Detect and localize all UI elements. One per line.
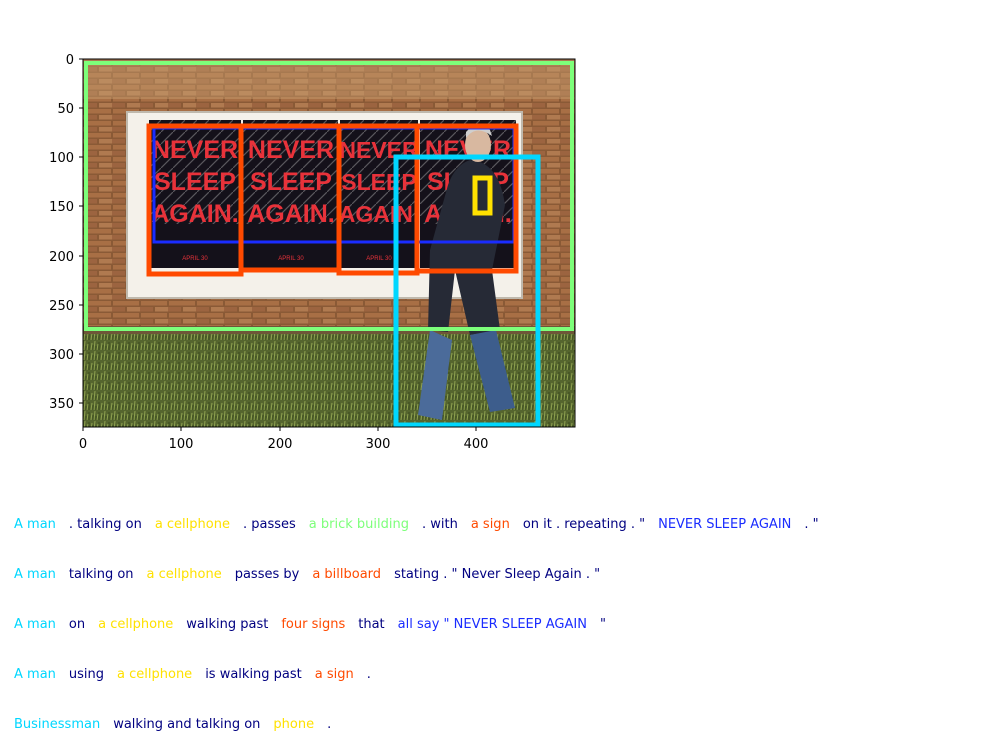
caption-text: . "	[804, 517, 819, 532]
caption-text: walking past	[186, 617, 269, 632]
caption-text: using	[68, 667, 105, 682]
y-tick-label: 250	[49, 299, 74, 314]
caption-line: A man using a cellphone is walking past a si…	[14, 667, 384, 683]
poster-line-3: AGAIN.	[339, 201, 420, 227]
poster-date: APRIL 30	[182, 256, 208, 262]
caption-text: talking on	[68, 567, 134, 582]
caption-text: is walking past	[205, 667, 302, 682]
poster-line-2: SLEEP	[154, 168, 236, 196]
y-tick-label: 0	[66, 53, 74, 68]
caption-phrase-phone: a cellphone	[117, 667, 193, 682]
y-tick-label: 350	[49, 397, 74, 412]
x-tick-label: 0	[79, 437, 87, 452]
poster-date: APRIL 30	[278, 256, 304, 262]
caption-text: stating . " Never Sleep Again . "	[394, 567, 601, 582]
poster-date: APRIL 30	[366, 256, 392, 262]
poster-line-3: AGAIN.	[247, 200, 335, 228]
caption-phrase-sign: a sign	[314, 667, 354, 682]
caption-phrase-man: A man	[14, 617, 56, 632]
caption-phrase-phone: a cellphone	[146, 567, 222, 582]
caption-phrase-sign: four signs	[281, 617, 346, 632]
caption-line: Businessman walking and talking on phone.	[14, 717, 344, 733]
caption-phrase-sign: a sign	[470, 517, 510, 532]
poster-line-2: SLEEP	[341, 169, 416, 195]
caption-phrase-sign: a billboard	[312, 567, 382, 582]
caption-phrase-group: NEVER SLEEP AGAIN	[658, 517, 792, 532]
poster: NEVER SLEEP AGAIN. APRIL 30	[149, 120, 241, 268]
caption-text: passes by	[234, 567, 300, 582]
x-axis: 0 100 200 300 400	[79, 427, 489, 452]
poster-line-2: SLEEP	[250, 168, 332, 196]
poster-line-1: NEVER	[152, 136, 238, 164]
caption-text: "	[599, 617, 606, 632]
annotated-figure: NEVER SLEEP AGAIN. APRIL 30 NEVER SLEEP …	[49, 53, 576, 452]
caption-text: that	[358, 617, 385, 632]
poster: NEVER SLEEP AGAIN. APRIL 30	[243, 120, 338, 268]
caption-phrase-man: A man	[14, 567, 56, 582]
y-tick-label: 200	[49, 250, 74, 265]
caption-line: A man on a cellphone walking past four signs…	[14, 617, 619, 633]
caption-phrase-group: all say " NEVER SLEEP AGAIN	[397, 617, 587, 632]
caption-text: .	[366, 667, 371, 682]
caption-line: A man . talking on a cellphone . passes a br…	[14, 517, 832, 533]
caption-text: on	[68, 617, 86, 632]
caption-text: . passes	[242, 517, 296, 532]
y-tick-label: 300	[49, 348, 74, 363]
caption-line: A man talking on a cellphone passes by a bil…	[14, 567, 613, 583]
caption-phrase-phone: a cellphone	[98, 617, 174, 632]
caption-phrase-building: a brick building	[308, 517, 409, 532]
caption-text: . with	[421, 517, 458, 532]
poster-line-3: AGAIN.	[151, 200, 239, 228]
x-tick-label: 100	[169, 437, 194, 452]
poster: NEVER SLEEP AGAIN. APRIL 30	[339, 120, 420, 268]
x-tick-label: 200	[268, 437, 293, 452]
y-tick-label: 50	[57, 102, 74, 117]
x-tick-label: 300	[366, 437, 391, 452]
poster-line-1: NEVER	[248, 136, 334, 164]
caption-text: on it . repeating . "	[522, 517, 646, 532]
y-axis: 0 50 100 150 200 250 300 350	[49, 53, 83, 412]
caption-phrase-man: A man	[14, 667, 56, 682]
y-tick-label: 150	[49, 200, 74, 215]
x-tick-label: 400	[464, 437, 489, 452]
caption-phrase-phone: a cellphone	[154, 517, 230, 532]
caption-phrase-man: A man	[14, 517, 56, 532]
caption-text: . talking on	[68, 517, 142, 532]
y-tick-label: 100	[49, 151, 74, 166]
